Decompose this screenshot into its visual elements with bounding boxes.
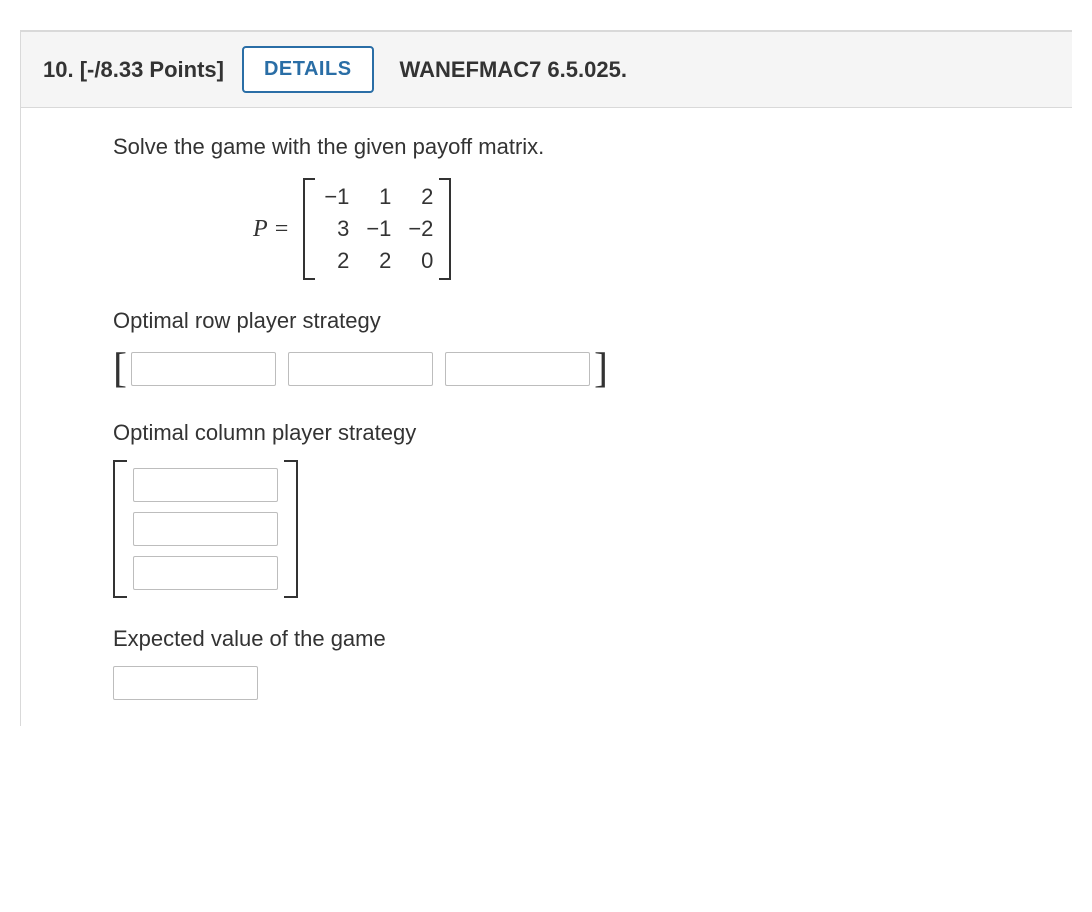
- matrix-grid: −1 1 2 3 −1 −2 2 2 0: [313, 178, 441, 280]
- question-body: Solve the game with the given payoff mat…: [21, 108, 1072, 726]
- matrix-cell: 2: [405, 184, 433, 210]
- col-strategy-input-2[interactable]: [133, 512, 278, 546]
- question-number: 10.: [43, 57, 74, 82]
- row-strategy-inputs: [127, 348, 594, 390]
- matrix-cell: 2: [321, 248, 349, 274]
- col-bracket-left: [113, 460, 125, 598]
- question-source: WANEFMAC7 6.5.025.: [400, 57, 627, 83]
- matrix-cell: 0: [405, 248, 433, 274]
- row-strategy-input-3[interactable]: [445, 352, 590, 386]
- matrix-bracket-right: [441, 178, 451, 280]
- matrix-bracket-left: [303, 178, 313, 280]
- details-button[interactable]: DETAILS: [242, 46, 374, 93]
- matrix-cell: −1: [363, 216, 391, 242]
- payoff-matrix-block: P = −1 1 2 3 −1 −2 2 2 0: [253, 178, 1072, 280]
- col-strategy-input-3[interactable]: [133, 556, 278, 590]
- row-strategy-block: [ ]: [113, 348, 1072, 390]
- question-number-points: 10. [-/8.33 Points]: [43, 57, 224, 83]
- row-strategy-label: Optimal row player strategy: [113, 308, 1072, 334]
- matrix-cell: −1: [321, 184, 349, 210]
- question-container: 10. [-/8.33 Points] DETAILS WANEFMAC7 6.…: [20, 30, 1072, 726]
- col-bracket-right: [286, 460, 298, 598]
- expected-value-label: Expected value of the game: [113, 626, 1072, 652]
- question-header: 10. [-/8.33 Points] DETAILS WANEFMAC7 6.…: [21, 32, 1072, 108]
- col-strategy-label: Optimal column player strategy: [113, 420, 1072, 446]
- row-bracket-right: ]: [594, 348, 608, 390]
- question-prompt: Solve the game with the given payoff mat…: [113, 134, 1072, 160]
- question-points: [-/8.33 Points]: [80, 57, 224, 82]
- matrix-cell: 2: [363, 248, 391, 274]
- expected-value-input[interactable]: [113, 666, 258, 700]
- row-strategy-input-1[interactable]: [131, 352, 276, 386]
- payoff-matrix: −1 1 2 3 −1 −2 2 2 0: [303, 178, 451, 280]
- col-strategy-input-1[interactable]: [133, 468, 278, 502]
- col-strategy-block: [113, 460, 1072, 598]
- matrix-cell: 3: [321, 216, 349, 242]
- matrix-label: P =: [253, 216, 289, 243]
- matrix-cell: 1: [363, 184, 391, 210]
- row-bracket-left: [: [113, 348, 127, 390]
- matrix-cell: −2: [405, 216, 433, 242]
- col-strategy-inputs: [125, 460, 286, 598]
- expected-value-block: [113, 666, 1072, 700]
- row-strategy-input-2[interactable]: [288, 352, 433, 386]
